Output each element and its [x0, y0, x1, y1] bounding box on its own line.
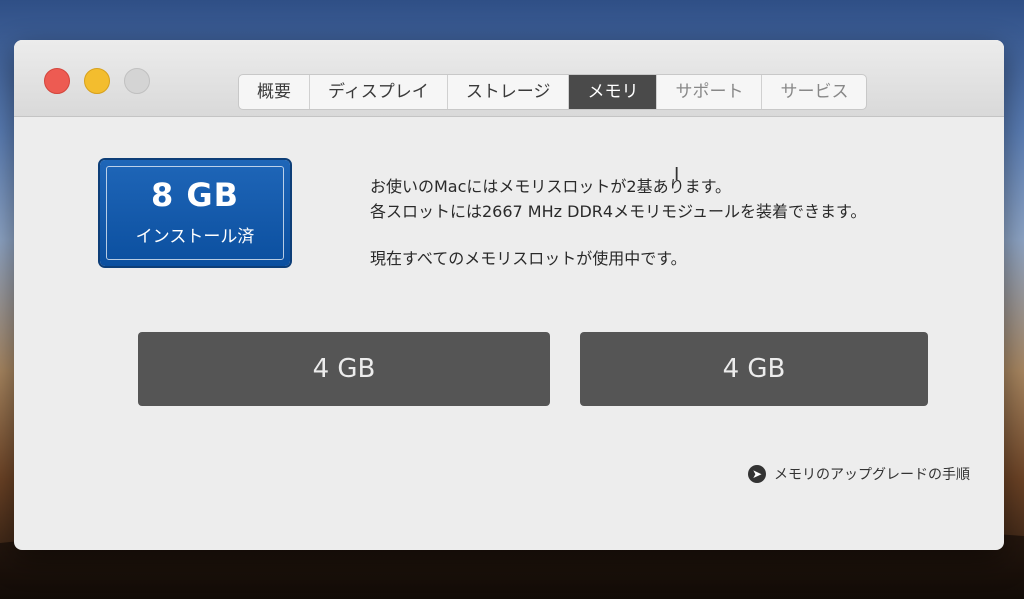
tab-overview[interactable]: 概要 — [239, 75, 310, 109]
memory-upgrade-link[interactable]: ➤ メモリのアップグレードの手順 — [748, 464, 970, 484]
tab-storage[interactable]: ストレージ — [448, 75, 570, 109]
installed-memory-badge: 8 GB インストール済 — [100, 160, 290, 266]
memory-slot-1: 4 GB — [138, 332, 550, 406]
info-line-slots: お使いのMacにはメモリスロットが2基あります。 — [370, 177, 731, 196]
tab-displays[interactable]: ディスプレイ — [310, 75, 448, 109]
memory-info-text: お使いのMacにはメモリスロットが2基あります。 各スロットには2667 MHz… — [370, 174, 950, 271]
info-line-status: 現在すべてのメモリスロットが使用中です。 — [370, 249, 687, 268]
tab-support[interactable]: サポート — [657, 75, 763, 109]
tab-memory[interactable]: メモリ — [569, 75, 658, 109]
text-cursor-icon: I — [674, 164, 680, 185]
badge-frame — [106, 166, 284, 260]
minimize-button[interactable] — [84, 68, 110, 94]
info-line-spec: 各スロットには2667 MHz DDR4メモリモジュールを装着できます。 — [370, 202, 867, 221]
title-bar: 概要 ディスプレイ ストレージ メモリ サポート サービス — [14, 40, 1004, 117]
close-button[interactable] — [44, 68, 70, 94]
memory-upgrade-link-label: メモリのアップグレードの手順 — [774, 467, 970, 483]
arrow-right-circle-icon: ➤ — [748, 465, 766, 483]
tab-service[interactable]: サービス — [762, 75, 866, 109]
memory-slot-2: 4 GB — [580, 332, 928, 406]
window-controls — [44, 68, 150, 94]
tab-bar: 概要 ディスプレイ ストレージ メモリ サポート サービス — [238, 74, 868, 110]
about-this-mac-window: 概要 ディスプレイ ストレージ メモリ サポート サービス 8 GB インストー… — [14, 40, 1004, 550]
zoom-button[interactable] — [124, 68, 150, 94]
